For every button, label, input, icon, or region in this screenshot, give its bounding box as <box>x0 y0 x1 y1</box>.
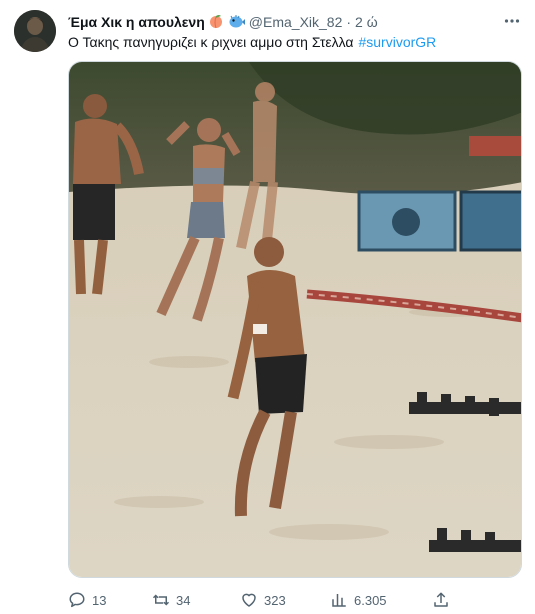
avatar-image <box>14 10 56 52</box>
display-name[interactable]: Έμα Χικ η απουλενη <box>68 14 205 30</box>
views-count: 6.305 <box>354 592 387 608</box>
action-bar: 13 34 323 6.305 <box>68 590 522 610</box>
retweet-count: 34 <box>176 592 191 608</box>
hashtag-link[interactable]: #survivorGR <box>358 34 436 50</box>
handle[interactable]: @Ema_Xik_82 <box>249 14 343 30</box>
retweet-icon <box>152 591 170 609</box>
share-button[interactable] <box>432 590 450 610</box>
timestamp[interactable]: 2 ώ <box>355 14 378 30</box>
retweet-button[interactable]: 34 <box>152 590 190 610</box>
heart-icon <box>240 591 258 609</box>
beach-scene-image <box>69 62 521 577</box>
reply-icon <box>68 591 86 609</box>
more-dots-icon[interactable] <box>503 12 521 30</box>
share-icon <box>432 591 450 609</box>
reply-count: 13 <box>92 592 107 608</box>
peach-emoji <box>208 13 224 32</box>
tweet-card[interactable]: Έμα Χικ η απουλενη @Ema_Xik_82 · 2 ώ Ο Τ… <box>0 0 535 614</box>
tweet-text: Ο Τακης πανηγυριζει κ ριχνει αμμο στη Στ… <box>68 33 523 51</box>
views-chart-icon <box>330 591 348 609</box>
tweet-header: Έμα Χικ η απουλενη @Ema_Xik_82 · 2 ώ <box>68 12 523 32</box>
blowfish-emoji <box>227 13 245 32</box>
reply-button[interactable]: 13 <box>68 590 106 610</box>
tweet-media[interactable] <box>68 61 522 578</box>
views-button[interactable]: 6.305 <box>330 590 387 610</box>
tweet-body: Ο Τακης πανηγυριζει κ ριχνει αμμο στη Στ… <box>68 34 354 50</box>
separator-dot: · <box>346 14 352 30</box>
like-count: 323 <box>264 592 286 608</box>
avatar[interactable] <box>14 10 56 52</box>
like-button[interactable]: 323 <box>240 590 286 610</box>
